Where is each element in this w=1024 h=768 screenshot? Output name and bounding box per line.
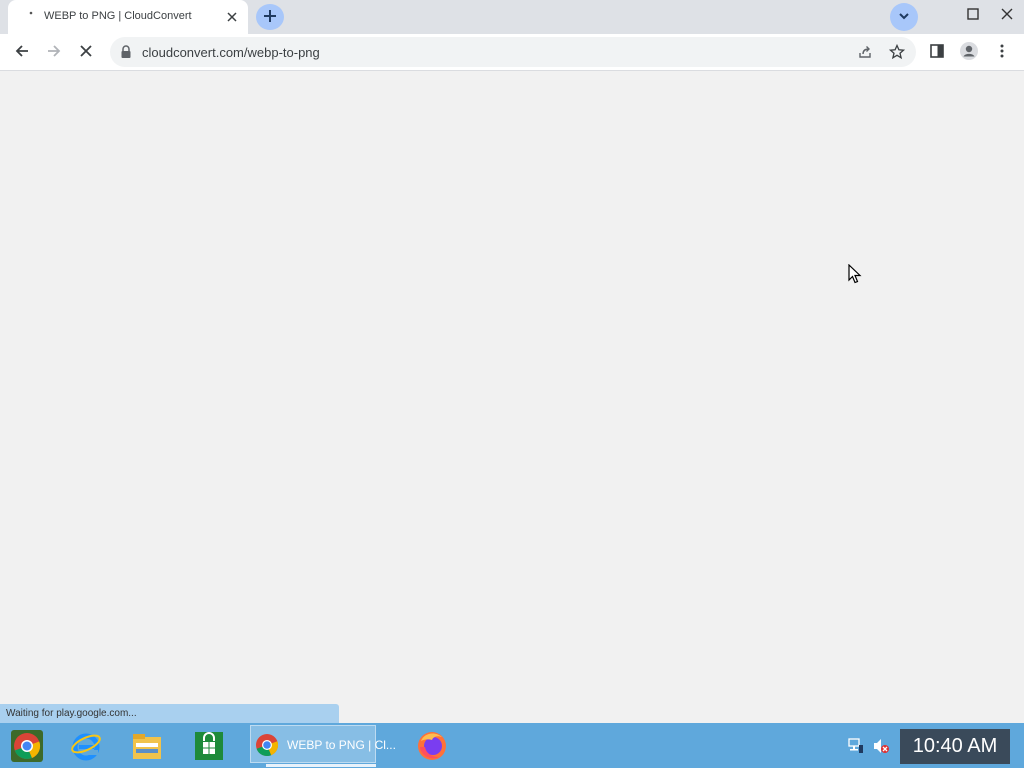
share-icon[interactable] bbox=[855, 42, 875, 62]
status-bubble: Waiting for play.google.com... bbox=[0, 704, 339, 723]
network-icon[interactable] bbox=[847, 737, 865, 755]
page-content bbox=[0, 71, 1024, 723]
active-task-indicator bbox=[266, 764, 376, 767]
browser-tab[interactable]: WEBP to PNG | CloudConvert bbox=[8, 0, 248, 34]
star-icon[interactable] bbox=[887, 42, 907, 62]
taskbar-task-label: WEBP to PNG | Cl... bbox=[287, 738, 396, 752]
browser-toolbar: cloudconvert.com/webp-to-png bbox=[0, 34, 1024, 71]
forward-arrow-icon bbox=[46, 43, 62, 62]
forward-button[interactable] bbox=[40, 38, 68, 66]
side-panel-icon bbox=[929, 43, 945, 62]
maximize-button[interactable] bbox=[956, 0, 990, 30]
chrome-icon bbox=[255, 733, 279, 757]
tab-search-button[interactable] bbox=[890, 3, 918, 31]
chrome-taskbar-button[interactable]: WEBP to PNG | Cl... bbox=[250, 725, 396, 763]
maximize-icon bbox=[967, 7, 979, 23]
stop-button[interactable] bbox=[72, 38, 100, 66]
taskbar: WEBP to PNG | Cl... bbox=[0, 723, 1024, 768]
tab-title: WEBP to PNG | CloudConvert bbox=[44, 10, 192, 22]
tab-strip: WEBP to PNG | CloudConvert bbox=[0, 0, 1024, 34]
side-panel-button[interactable] bbox=[923, 38, 951, 66]
chrome-app-icon[interactable] bbox=[5, 725, 49, 766]
internet-explorer-icon[interactable] bbox=[64, 725, 108, 766]
firefox-icon[interactable] bbox=[410, 725, 454, 766]
volume-muted-icon[interactable] bbox=[872, 737, 890, 755]
chevron-down-icon bbox=[898, 10, 910, 25]
back-arrow-icon bbox=[14, 43, 30, 62]
new-tab-button[interactable] bbox=[256, 4, 284, 30]
url-text: cloudconvert.com/webp-to-png bbox=[142, 45, 320, 60]
loading-dot-icon bbox=[24, 9, 40, 25]
kebab-menu-icon bbox=[1000, 44, 1004, 61]
store-icon[interactable] bbox=[187, 725, 231, 766]
close-icon[interactable] bbox=[224, 9, 240, 25]
stop-x-icon bbox=[79, 44, 93, 61]
taskbar-clock[interactable]: 10:40 AM bbox=[900, 729, 1010, 764]
file-explorer-icon[interactable] bbox=[125, 725, 169, 766]
profile-icon bbox=[959, 41, 979, 64]
lock-icon[interactable] bbox=[120, 45, 132, 59]
plus-icon bbox=[263, 9, 277, 26]
window-close-button[interactable] bbox=[990, 0, 1024, 30]
profile-button[interactable] bbox=[955, 38, 983, 66]
close-icon bbox=[1001, 8, 1013, 23]
address-bar[interactable]: cloudconvert.com/webp-to-png bbox=[110, 37, 916, 67]
back-button[interactable] bbox=[8, 38, 36, 66]
mouse-cursor-icon bbox=[848, 263, 862, 284]
menu-button[interactable] bbox=[988, 38, 1016, 66]
